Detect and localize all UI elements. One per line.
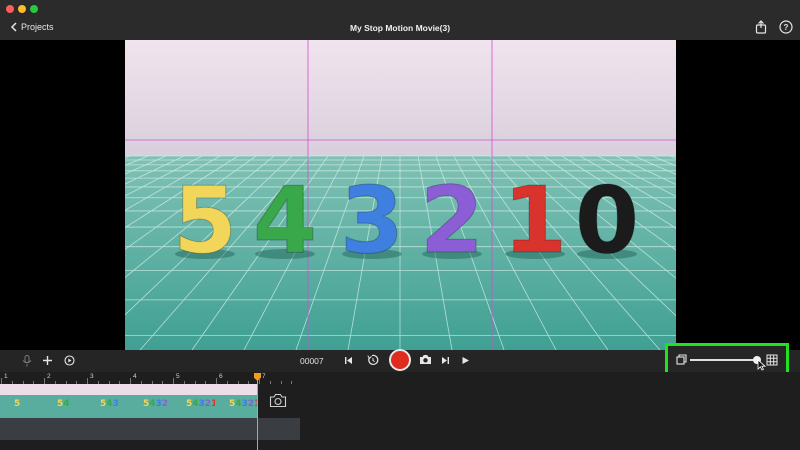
stage-letterbox-left (0, 40, 125, 350)
clay-number-3: 3 (340, 167, 404, 274)
camera-preview: 543210 (125, 40, 676, 350)
ruler-tick (108, 381, 110, 384)
clay-number-2: 2 (420, 167, 484, 274)
ruler-tick (259, 378, 260, 384)
minimize-window-button[interactable] (18, 5, 26, 13)
ruler-label: 7 (262, 373, 266, 380)
ruler-tick (33, 381, 35, 384)
stage-letterbox-right (676, 40, 800, 350)
clay-number-0: 0 (575, 167, 639, 274)
ruler-tick (291, 381, 293, 384)
preview-scene: 543210 (125, 40, 676, 350)
playhead[interactable] (257, 374, 258, 450)
ruler-tick (119, 381, 121, 384)
ruler-tick (205, 381, 207, 384)
ruler-tick (11, 381, 13, 384)
clip-frame-label: 543 (100, 399, 119, 409)
clay-number-4: 4 (253, 167, 317, 274)
skip-back-icon[interactable] (344, 356, 353, 365)
ruler-tick (280, 381, 282, 384)
clip-thumbnails: 5 54 543 5432 54321 543210 (0, 384, 257, 418)
zoom-window-button[interactable] (30, 5, 38, 13)
ruler-label: 3 (90, 373, 94, 380)
clip-frame-label: 54321 (186, 399, 217, 409)
ruler-tick (140, 381, 142, 384)
clip-frame-label: 543210 (229, 399, 257, 409)
app-window: Projects My Stop Motion Movie(3) ? 5 4 3… (0, 0, 800, 450)
ruler-label: 2 (47, 373, 51, 380)
ruler-tick (1, 378, 2, 384)
ruler-tick (22, 381, 24, 384)
single-frame-icon[interactable] (676, 354, 687, 365)
mouse-cursor-icon (757, 359, 766, 371)
window-controls (6, 5, 38, 13)
ruler-tick (151, 381, 153, 384)
microphone-icon[interactable] (22, 355, 32, 367)
camera-icon[interactable] (419, 354, 432, 365)
ruler-tick (65, 381, 67, 384)
title-bar: Projects My Stop Motion Movie(3) ? (0, 0, 800, 40)
ruler-tick (130, 378, 131, 384)
ruler-tick (216, 378, 217, 384)
timeline-clip[interactable]: 5 54 543 5432 54321 543210 (0, 384, 257, 418)
ruler-tick (97, 381, 99, 384)
ruler-tick (183, 381, 185, 384)
add-frame-camera-icon[interactable] (269, 393, 287, 408)
clip-frame-label: 54 (57, 399, 70, 409)
ruler-tick (226, 381, 228, 384)
zoom-slider-track[interactable] (690, 359, 760, 361)
ruler-tick (173, 378, 174, 384)
ruler-label: 1 (4, 373, 8, 380)
ruler-tick (54, 381, 56, 384)
play-icon[interactable] (461, 356, 470, 365)
svg-text:?: ? (784, 23, 789, 32)
ruler-label: 5 (176, 373, 180, 380)
ruler-tick (76, 381, 78, 384)
clip-frame-label: 5 (14, 399, 20, 409)
project-title: My Stop Motion Movie(3) (349, 23, 451, 33)
close-window-button[interactable] (6, 5, 14, 13)
clip-frame-label: 5432 (143, 399, 168, 409)
ruler-tick (269, 381, 271, 384)
ruler-tick (237, 381, 239, 384)
grid-icon[interactable] (766, 354, 778, 366)
ruler-tick (44, 378, 45, 384)
timer-icon[interactable] (367, 354, 379, 366)
speed-icon[interactable] (64, 355, 75, 366)
ruler-label: 4 (133, 373, 137, 380)
clay-number-5: 5 (173, 167, 237, 274)
ruler-tick (87, 378, 88, 384)
frame-counter: 00007 (300, 356, 324, 366)
clay-number-1: 1 (503, 167, 567, 274)
ruler-label: 6 (219, 373, 223, 380)
help-icon[interactable]: ? (779, 20, 793, 34)
clip-frame-mat (0, 395, 43, 418)
ruler-tick (194, 381, 196, 384)
record-button[interactable] (389, 349, 411, 371)
share-icon[interactable] (754, 20, 768, 34)
audio-track[interactable] (0, 418, 300, 440)
skip-forward-icon[interactable] (441, 356, 450, 365)
ruler-tick (248, 381, 250, 384)
plus-icon[interactable] (42, 355, 53, 366)
ruler-tick (162, 381, 164, 384)
